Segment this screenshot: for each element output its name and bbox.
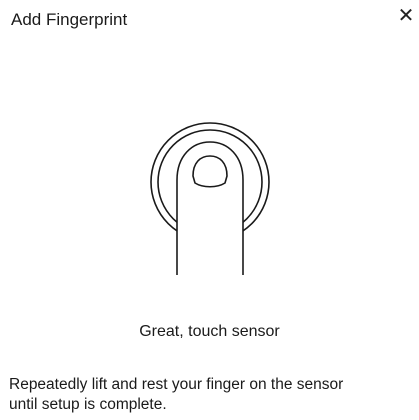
close-button[interactable]: ✕ [393,2,419,30]
instruction-line-2: until setup is complete. [9,396,167,413]
instruction-text: Repeatedly lift and rest your finger on … [9,375,419,415]
finger-outline [177,142,243,275]
finger-sensor-graphic [150,122,270,275]
status-message: Great, touch sensor [139,323,280,340]
finger-on-sensor-icon [140,120,280,275]
dialog-title: Add Fingerprint [11,10,128,29]
instruction-line-1: Repeatedly lift and rest your finger on … [9,376,344,393]
close-icon: ✕ [397,5,415,27]
